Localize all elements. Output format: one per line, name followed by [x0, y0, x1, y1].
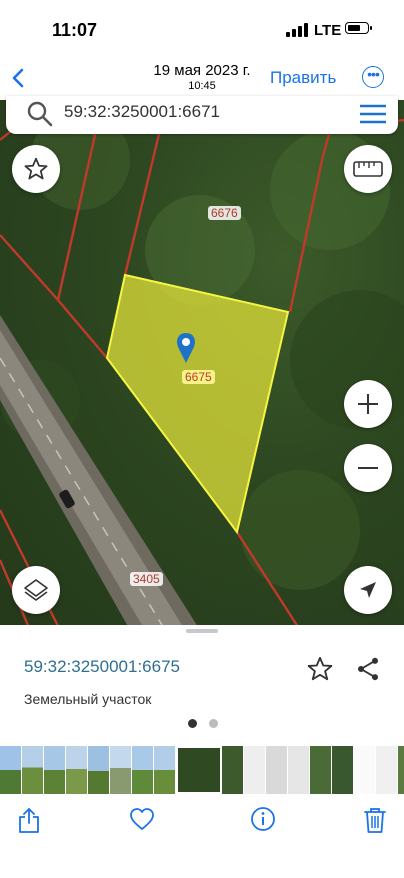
- parcel-label-neighbor[interactable]: 6676: [208, 206, 241, 220]
- thumbnail[interactable]: [110, 746, 132, 794]
- photo-time: 10:45: [188, 80, 216, 92]
- star-icon: [24, 157, 48, 180]
- cadastral-number: 59:32:3250001:6675: [24, 657, 180, 676]
- info-icon[interactable]: [250, 806, 276, 832]
- battery-icon: [345, 22, 372, 34]
- parcel-details-sheet: 59:32:3250001:6675 Земельный участок: [0, 625, 404, 745]
- page-indicator: [188, 715, 230, 733]
- locate-button[interactable]: [344, 566, 392, 614]
- thumbnail[interactable]: [66, 746, 88, 794]
- parcel-type: Земельный участок: [24, 691, 152, 707]
- thumbnail[interactable]: [266, 746, 288, 794]
- thumbnail-selected[interactable]: [176, 746, 222, 794]
- thumbnail[interactable]: [132, 746, 154, 794]
- network-label: LTE: [314, 22, 342, 39]
- thumbnail[interactable]: [310, 746, 332, 794]
- thumbnail-strip[interactable]: [0, 746, 404, 794]
- thumbnail[interactable]: [332, 746, 354, 794]
- status-time: 11:07: [52, 20, 98, 40]
- parcel-label-road[interactable]: 3405: [130, 572, 163, 586]
- star-icon[interactable]: [306, 655, 334, 683]
- nav-bar: 19 мая 2023 г. 10:45 Править •••: [0, 56, 404, 100]
- thumbnail[interactable]: [0, 746, 22, 794]
- thumbnail[interactable]: [376, 746, 398, 794]
- menu-icon[interactable]: [358, 102, 388, 126]
- map-view[interactable]: 6675 6676 3405: [0, 100, 404, 630]
- status-bar: 11:07 LTE: [0, 0, 404, 56]
- photo-date: 19 мая 2023 г.: [153, 62, 251, 79]
- thumbnail[interactable]: [88, 746, 110, 794]
- thumbnail[interactable]: [44, 746, 66, 794]
- signal-icon: [286, 23, 308, 37]
- search-input[interactable]: 59:32:3250001:6671: [64, 102, 220, 122]
- map-canvas: [0, 100, 404, 630]
- thumbnail[interactable]: [222, 746, 244, 794]
- ruler-icon: [353, 161, 383, 177]
- sheet-handle[interactable]: [186, 629, 218, 633]
- heart-icon[interactable]: [128, 806, 156, 832]
- zoom-in-button[interactable]: [344, 380, 392, 428]
- favorite-button[interactable]: [12, 145, 60, 193]
- location-arrow-icon: [360, 582, 376, 598]
- search-icon: [27, 101, 53, 127]
- plus-icon: [358, 394, 378, 414]
- thumbnail[interactable]: [154, 746, 176, 794]
- more-options-icon[interactable]: •••: [362, 66, 384, 88]
- share-icon[interactable]: [16, 806, 42, 834]
- thumbnail[interactable]: [244, 746, 266, 794]
- thumbnail[interactable]: [288, 746, 310, 794]
- bottom-toolbar: [0, 794, 404, 878]
- layers-icon: [24, 579, 48, 601]
- thumbnail[interactable]: [22, 746, 44, 794]
- thumbnail[interactable]: [354, 746, 376, 794]
- search-bar[interactable]: 59:32:3250001:6671: [6, 96, 398, 134]
- share-nodes-icon[interactable]: [354, 655, 382, 683]
- zoom-out-button[interactable]: [344, 444, 392, 492]
- parcel-label-selected[interactable]: 6675: [182, 370, 215, 384]
- thumbnail[interactable]: [398, 746, 404, 794]
- layers-button[interactable]: [12, 566, 60, 614]
- ruler-button[interactable]: [344, 145, 392, 193]
- edit-button[interactable]: Править: [270, 68, 336, 88]
- trash-icon[interactable]: [362, 806, 388, 834]
- minus-icon: [358, 467, 378, 469]
